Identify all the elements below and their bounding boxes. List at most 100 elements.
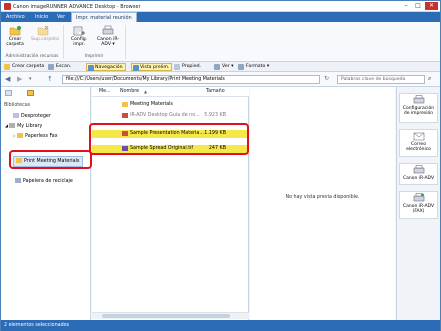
scrollbar-thumb[interactable] [102,314,230,318]
tree-item-paperless-fax[interactable]: ▷ Paperless Fax [13,133,58,140]
minimize-button[interactable]: – [401,2,411,10]
toolbar-preview-label: Vista prelim. [140,65,170,70]
printer-icon [102,25,114,35]
expand-arrow-icon[interactable]: ◢ [5,123,8,128]
status-bar: 2 elementos seleccionados [1,320,440,331]
ribbon-group-print: Imprimir [84,54,104,59]
tab-ver[interactable]: Ver [53,12,69,22]
print-settings-label: Config. impr. [70,37,88,47]
file-icon [122,113,128,118]
column-meta[interactable]: Me... [99,89,111,94]
scan-icon [48,64,54,70]
printer-ribbon-button[interactable]: Canon iR-ADV ▾ [96,25,120,47]
printer-output-label: Canon iR-ADV [402,176,435,181]
toolbar-navigation-label: Navegación [95,65,123,70]
up-arrow-icon[interactable]: ↑ [47,75,53,83]
history-dropdown-icon[interactable]: ▾ [29,75,32,83]
toolbar-navigation-button[interactable]: Navegación [86,63,126,71]
ribbon-separator [63,25,64,59]
file-size: 5.923 KB [204,113,226,118]
tab-inicio[interactable]: Inicio [31,12,52,22]
column-size[interactable]: Tamaño [206,89,225,94]
column-name[interactable]: Nombre [120,89,139,94]
tab-impr-material-reunion[interactable]: Impr. material reunión [71,12,137,22]
tree-item-label: Papelera de reciclaje [23,179,73,184]
horizontal-scrollbar[interactable] [92,312,249,319]
email-icon [413,132,424,141]
title-bar: Canon imageRUNNER ADVANCE Desktop - Brow… [1,1,440,12]
toolbar-preview-button[interactable]: Vista prelim. [131,63,173,71]
create-folder-label: Crear carpeta [6,37,24,47]
print-settings-icon [413,95,424,104]
tree-item-recycle-bin[interactable]: Papelera de reciclaje [15,178,73,185]
navigation-icon [88,65,94,71]
format-icon [238,64,244,70]
toolbar-create-folder-button[interactable]: Crear carpeta [3,63,44,71]
folder-highlight [9,150,92,169]
printer-icon [413,165,424,174]
file-name: Meeting Materials [130,102,173,107]
toolbar-scan-button[interactable]: Escan. [47,63,71,71]
toolbar-view-label: Ver ▾ [222,64,234,69]
ribbon-group-resources: Administración recursos [5,54,59,59]
navigation-pane: Bibliotecas Desproteger ◢ My Library ▷ Pap… [1,87,91,320]
file-row[interactable]: Meeting Materials [92,101,249,109]
forward-icon[interactable]: ▶ [17,75,22,83]
fax-output-button[interactable]: Canon iR-ADV (FAX) [399,191,438,219]
folder-new-icon [9,26,21,36]
fax-icon [413,193,424,202]
email-output-label: Correo electrónico [406,142,431,152]
create-folder-ribbon-button[interactable]: Crear carpeta [3,25,27,47]
folder-delete-icon [37,25,49,36]
print-settings-output-button[interactable]: Configuración de impresión [399,93,438,123]
selected-files-highlight [89,123,249,155]
tab-archivo[interactable]: Archivo [2,12,29,22]
unprotect-icon [13,113,19,118]
print-settings-output-label: Configuración de impresión [402,106,435,116]
library-icon [9,123,16,128]
ribbon: Crear carpeta Sup.carpeta Config. impr. … [1,22,440,62]
sort-arrow-icon: ▲ [144,89,148,94]
window-title: Canon imageRUNNER ADVANCE Desktop - Brow… [13,4,141,10]
toolbar-properties-label: Propied. [182,64,202,69]
printer-output-button[interactable]: Canon iR-ADV [399,163,438,185]
toolbar-properties-button[interactable]: Propied. [173,63,201,71]
maximize-button[interactable]: □ [413,2,423,10]
recycle-bin-icon [15,178,21,183]
folder-icon [122,102,128,107]
ribbon-separator [125,25,126,59]
printer-label: Canon iR-ADV ▾ [96,37,120,47]
collapse-arrow-icon[interactable]: ▷ [13,133,16,138]
column-header: Me... Nombre ▲ Tamaño [92,87,249,97]
tree-item-my-library[interactable]: ◢ My Library [5,123,42,130]
print-settings-ribbon-button[interactable]: Config. impr. [67,25,91,47]
close-button[interactable]: ✕ [425,2,438,10]
view-icon [214,64,220,70]
delete-folder-ribbon-button[interactable]: Sup.carpeta [31,25,59,42]
libraries-header: Bibliotecas [4,103,31,108]
fax-output-label: Canon iR-ADV (FAX) [402,204,435,214]
search-icon[interactable]: ⌕ [428,75,431,83]
preview-pane: No hay vista previa disponible. [250,87,395,320]
file-list: Me... Nombre ▲ Tamaño Meeting Materials … [92,87,249,320]
app-logo-icon [4,3,11,10]
file-row[interactable]: iR-ADV Desktop Guía de no... 5.923 KB [92,112,249,120]
folder-icon [17,133,24,138]
toolbar: Crear carpeta Escan. Navegación Vista pr… [1,62,440,72]
folder-view-icon[interactable] [27,90,34,96]
address-bar: ◀ ▶ ▾ ↑ file:///C:/Users/user/Documents/… [1,72,440,87]
search-input[interactable]: Palabras clave de búsqueda [337,75,425,84]
toolbar-create-folder-label: Crear carpeta [12,64,45,69]
toolbar-format-button[interactable]: Formato ▾ [237,63,269,71]
tree-item-unprotect[interactable]: Desproteger [13,113,51,120]
refresh-icon[interactable]: ↻ [324,75,329,83]
preview-icon [133,65,139,71]
toolbar-format-label: Formato ▾ [246,64,270,69]
address-input[interactable]: file:///C:/Users/user/Documents/My Libra… [62,75,320,84]
toolbar-scan-label: Escan. [56,64,72,69]
email-output-button[interactable]: Correo electrónico [399,129,438,157]
library-view-icon[interactable] [5,90,12,96]
toolbar-view-button[interactable]: Ver ▾ [213,63,234,71]
tree-item-label: Desproteger [21,114,51,119]
back-icon[interactable]: ◀ [5,75,10,83]
